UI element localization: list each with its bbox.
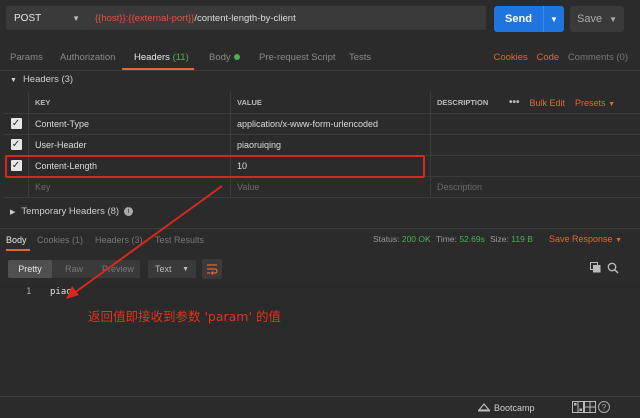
help-icon[interactable]: ?	[598, 401, 610, 413]
bootcamp-icon	[477, 401, 491, 416]
layout-icon[interactable]	[572, 401, 584, 416]
annotation-arrow	[66, 185, 223, 299]
bootcamp-link[interactable]: Bootcamp	[494, 403, 535, 413]
annotation-text: 返回值即接收到参数 'param' 的值	[88, 309, 281, 324]
keyboard-icon[interactable]	[584, 401, 596, 416]
status-bar: Bootcamp ?	[0, 396, 640, 418]
